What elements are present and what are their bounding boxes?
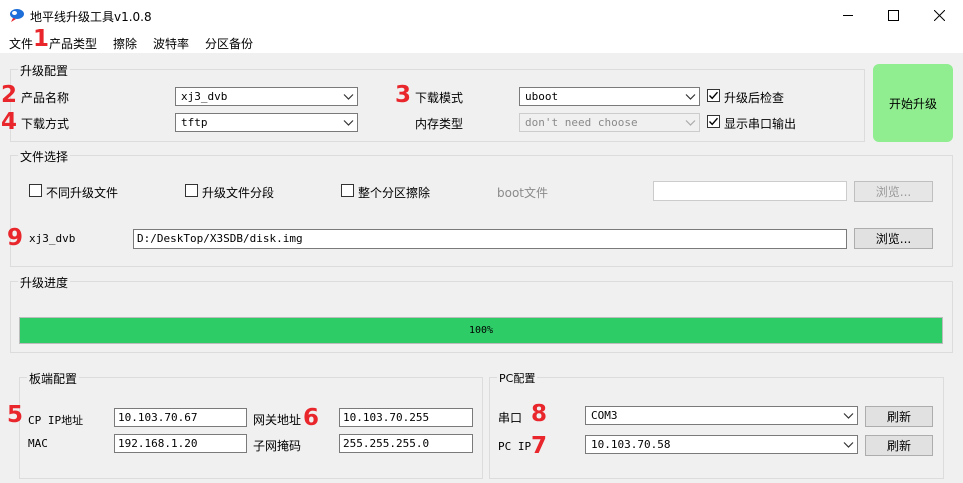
pc-config-title: PC配置 xyxy=(497,370,538,386)
download-mode-select[interactable]: uboot xyxy=(519,87,700,106)
segmented-upgrade-label: 升级文件分段 xyxy=(202,186,275,200)
annotation-marker: 9 xyxy=(7,225,24,251)
board-config-title: 板端配置 xyxy=(27,370,80,387)
close-icon xyxy=(934,10,945,21)
download-method-select[interactable]: tftp xyxy=(175,113,358,132)
cp-ip-input[interactable]: 10.103.70.67 xyxy=(114,408,247,427)
memory-type-select[interactable]: don't need choose xyxy=(519,113,700,132)
check-after-upgrade-label: 升级后检查 xyxy=(724,91,785,105)
chevron-down-icon xyxy=(685,94,696,100)
product-name-select[interactable]: xj3_dvb xyxy=(175,87,358,106)
minimize-icon xyxy=(843,15,853,16)
pc-ip-label: PC IP xyxy=(498,440,532,453)
download-mode-label: 下载模式 xyxy=(415,91,464,105)
chevron-down-icon xyxy=(343,120,354,126)
file-select-title: 文件选择 xyxy=(18,148,71,165)
pc-ip-refresh-button[interactable]: 刷新 xyxy=(865,435,933,456)
maximize-icon xyxy=(888,10,899,21)
chevron-down-icon xyxy=(343,94,354,100)
memory-type-label: 内存类型 xyxy=(415,117,464,131)
full-partition-erase-checkbox[interactable] xyxy=(341,184,354,197)
netmask-label: 子网掩码 xyxy=(253,439,302,453)
board-config-group xyxy=(19,377,483,479)
menu-product-type[interactable]: 产品类型 xyxy=(49,35,97,52)
pc-ip-select[interactable]: 10.103.70.58 xyxy=(585,435,858,454)
download-method-label: 下载方式 xyxy=(21,117,70,131)
annotation-marker: 4 xyxy=(1,109,18,135)
maximize-button[interactable] xyxy=(871,0,916,31)
start-upgrade-button[interactable]: 开始升级 xyxy=(873,64,953,142)
menu-baud-rate[interactable]: 波特率 xyxy=(153,35,189,52)
chevron-down-icon xyxy=(843,413,854,419)
serial-refresh-button[interactable]: 刷新 xyxy=(865,406,933,427)
annotation-marker: 2 xyxy=(1,82,18,108)
window-title: 地平线升级工具v1.0.8 xyxy=(30,10,152,24)
image-file-path-input[interactable]: D:/DeskTop/X3SDB/disk.img xyxy=(133,229,847,249)
app-logo-icon xyxy=(9,8,25,22)
show-serial-output-label: 显示串口输出 xyxy=(724,117,797,131)
annotation-marker: 1 xyxy=(33,26,50,52)
menu-file[interactable]: 文件 xyxy=(9,35,33,52)
mac-label: MAC xyxy=(28,437,48,450)
checkmark-icon xyxy=(708,91,719,100)
annotation-marker: 7 xyxy=(531,433,548,459)
progress-title: 升级进度 xyxy=(18,274,71,291)
show-serial-output-checkbox[interactable] xyxy=(707,115,720,128)
minimize-button[interactable] xyxy=(826,0,871,31)
netmask-input[interactable]: 255.255.255.0 xyxy=(339,434,473,453)
annotation-marker: 8 xyxy=(531,401,548,427)
serial-port-label: 串口 xyxy=(498,411,523,425)
check-after-upgrade-checkbox[interactable] xyxy=(707,89,720,102)
file-select-group xyxy=(10,155,953,267)
cp-ip-label: CP IP地址 xyxy=(28,414,84,427)
gateway-label: 网关地址 xyxy=(253,413,302,427)
different-upgrade-files-label: 不同升级文件 xyxy=(46,186,119,200)
close-button[interactable] xyxy=(917,0,962,31)
annotation-marker: 6 xyxy=(303,405,320,431)
annotation-marker: 5 xyxy=(7,402,24,428)
menu-partition-backup[interactable]: 分区备份 xyxy=(205,35,253,52)
upgrade-config-title: 升级配置 xyxy=(18,62,71,79)
boot-file-path-input[interactable] xyxy=(653,181,847,201)
product-name-label: 产品名称 xyxy=(21,91,70,105)
serial-port-select[interactable]: COM3 xyxy=(585,406,858,425)
boot-file-label: boot文件 xyxy=(497,186,549,200)
menu-bar xyxy=(0,31,963,53)
boot-browse-button[interactable]: 浏览... xyxy=(854,181,933,202)
upgrade-progress-bar: 100% xyxy=(19,317,943,344)
checkmark-icon xyxy=(708,117,719,126)
image-file-label: xj3_dvb xyxy=(29,232,76,245)
full-partition-erase-label: 整个分区擦除 xyxy=(358,186,431,200)
progress-text: 100% xyxy=(468,325,494,336)
menu-erase[interactable]: 擦除 xyxy=(113,35,137,52)
different-upgrade-files-checkbox[interactable] xyxy=(29,184,42,197)
pc-config-group xyxy=(489,377,944,479)
chevron-down-icon xyxy=(685,120,696,126)
chevron-down-icon xyxy=(843,442,854,448)
image-browse-button[interactable]: 浏览... xyxy=(854,228,933,249)
annotation-marker: 3 xyxy=(395,82,412,108)
gateway-input[interactable]: 10.103.70.255 xyxy=(339,408,473,427)
segmented-upgrade-checkbox[interactable] xyxy=(185,184,198,197)
mac-input[interactable]: 192.168.1.20 xyxy=(114,434,247,453)
